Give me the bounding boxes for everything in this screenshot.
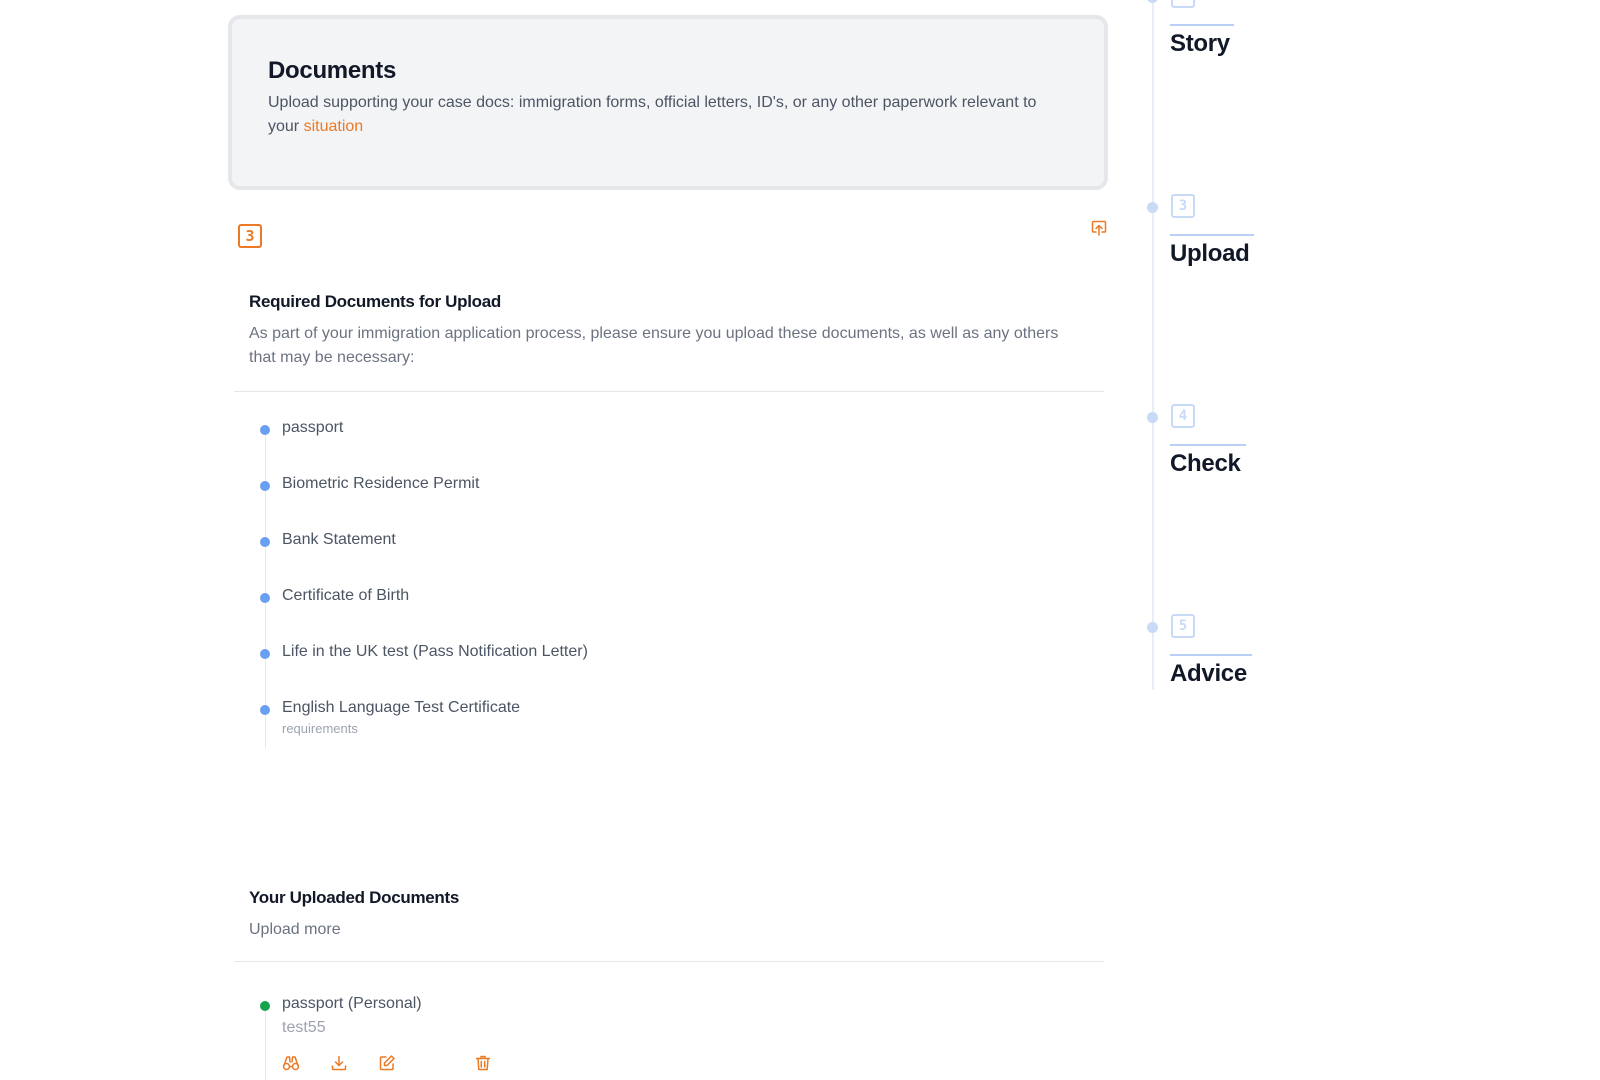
step-underline <box>1170 654 1252 656</box>
list-item-label: Life in the UK test (Pass Notification L… <box>282 643 588 660</box>
list-item-label: passport <box>282 419 344 436</box>
page-title: Documents <box>268 57 396 84</box>
divider <box>234 961 1104 962</box>
list-item-note: requirements <box>282 721 358 736</box>
step-dot <box>1147 412 1158 423</box>
step-number: 5 <box>1171 614 1195 638</box>
step-name[interactable]: Check <box>1170 450 1241 478</box>
documents-intro-card: Documents Upload supporting your case do… <box>228 15 1108 190</box>
list-item-label: Biometric Residence Permit <box>282 475 480 492</box>
step-underline <box>1170 234 1254 236</box>
edit-button[interactable] <box>378 1054 396 1072</box>
step-name[interactable]: Advice <box>1170 660 1247 688</box>
step-name[interactable]: Upload <box>1170 240 1250 268</box>
list-item-label: Bank Statement <box>282 531 396 548</box>
situation-link[interactable]: situation <box>304 118 364 135</box>
list-item-label: Certificate of Birth <box>282 587 410 604</box>
list-item: Certificate of Birth <box>260 585 962 641</box>
upload-more-link[interactable]: Upload more <box>249 918 1109 942</box>
edit-icon <box>379 1055 395 1071</box>
divider <box>234 391 1104 392</box>
bullet-dot <box>260 705 270 715</box>
uploaded-document-item: passport (Personal) test55 <box>260 993 662 1039</box>
uploaded-document-note: test55 <box>282 1019 326 1036</box>
download-icon <box>331 1055 347 1071</box>
step-dot <box>1147 202 1158 213</box>
step-name[interactable]: Story <box>1170 30 1230 58</box>
step-dot <box>1147 622 1158 633</box>
bullet-dot <box>260 593 270 603</box>
list-item: English Language Test Certificate requir… <box>260 697 962 753</box>
list-item: Bank Statement <box>260 529 962 585</box>
download-button[interactable] <box>330 1054 348 1072</box>
binoculars-icon <box>282 1056 300 1071</box>
step-number-badge: 3 <box>238 224 262 248</box>
list-item: Biometric Residence Permit <box>260 473 962 529</box>
bullet-dot <box>260 537 270 547</box>
list-item: passport <box>260 417 962 473</box>
step-number: 3 <box>1171 194 1195 218</box>
required-documents-list: passport Biometric Residence Permit Bank… <box>260 417 962 753</box>
required-documents-section: Required Documents for Upload As part of… <box>249 292 1109 370</box>
delete-button[interactable] <box>474 1054 492 1072</box>
list-item: Life in the UK test (Pass Notification L… <box>260 641 962 697</box>
required-documents-description: As part of your immigration application … <box>249 325 1059 366</box>
step-underline <box>1170 444 1246 446</box>
intro-description: Upload supporting your case docs: immigr… <box>268 91 1068 139</box>
bullet-dot <box>260 649 270 659</box>
bullet-dot <box>260 425 270 435</box>
required-documents-title: Required Documents for Upload <box>249 292 501 311</box>
step-number: 4 <box>1171 404 1195 428</box>
uploaded-documents-title: Your Uploaded Documents <box>249 888 460 907</box>
step-number: 2 <box>1171 0 1195 8</box>
list-item-label: English Language Test Certificate <box>282 699 521 716</box>
document-actions <box>282 1054 492 1072</box>
bullet-dot <box>260 481 270 491</box>
upload-button[interactable] <box>1090 219 1108 237</box>
trash-icon <box>475 1055 491 1071</box>
uploaded-document-name: passport (Personal) <box>282 995 422 1012</box>
step-underline <box>1170 24 1234 26</box>
step-dot <box>1147 0 1158 3</box>
uploaded-documents-section: Your Uploaded Documents Upload more <box>249 888 1109 942</box>
upload-icon <box>1091 220 1107 236</box>
view-button[interactable] <box>282 1054 300 1072</box>
intro-description-text: Upload supporting your case docs: immigr… <box>268 94 1037 135</box>
stepper-line <box>1152 0 1154 690</box>
uploaded-status-dot <box>260 1001 270 1011</box>
